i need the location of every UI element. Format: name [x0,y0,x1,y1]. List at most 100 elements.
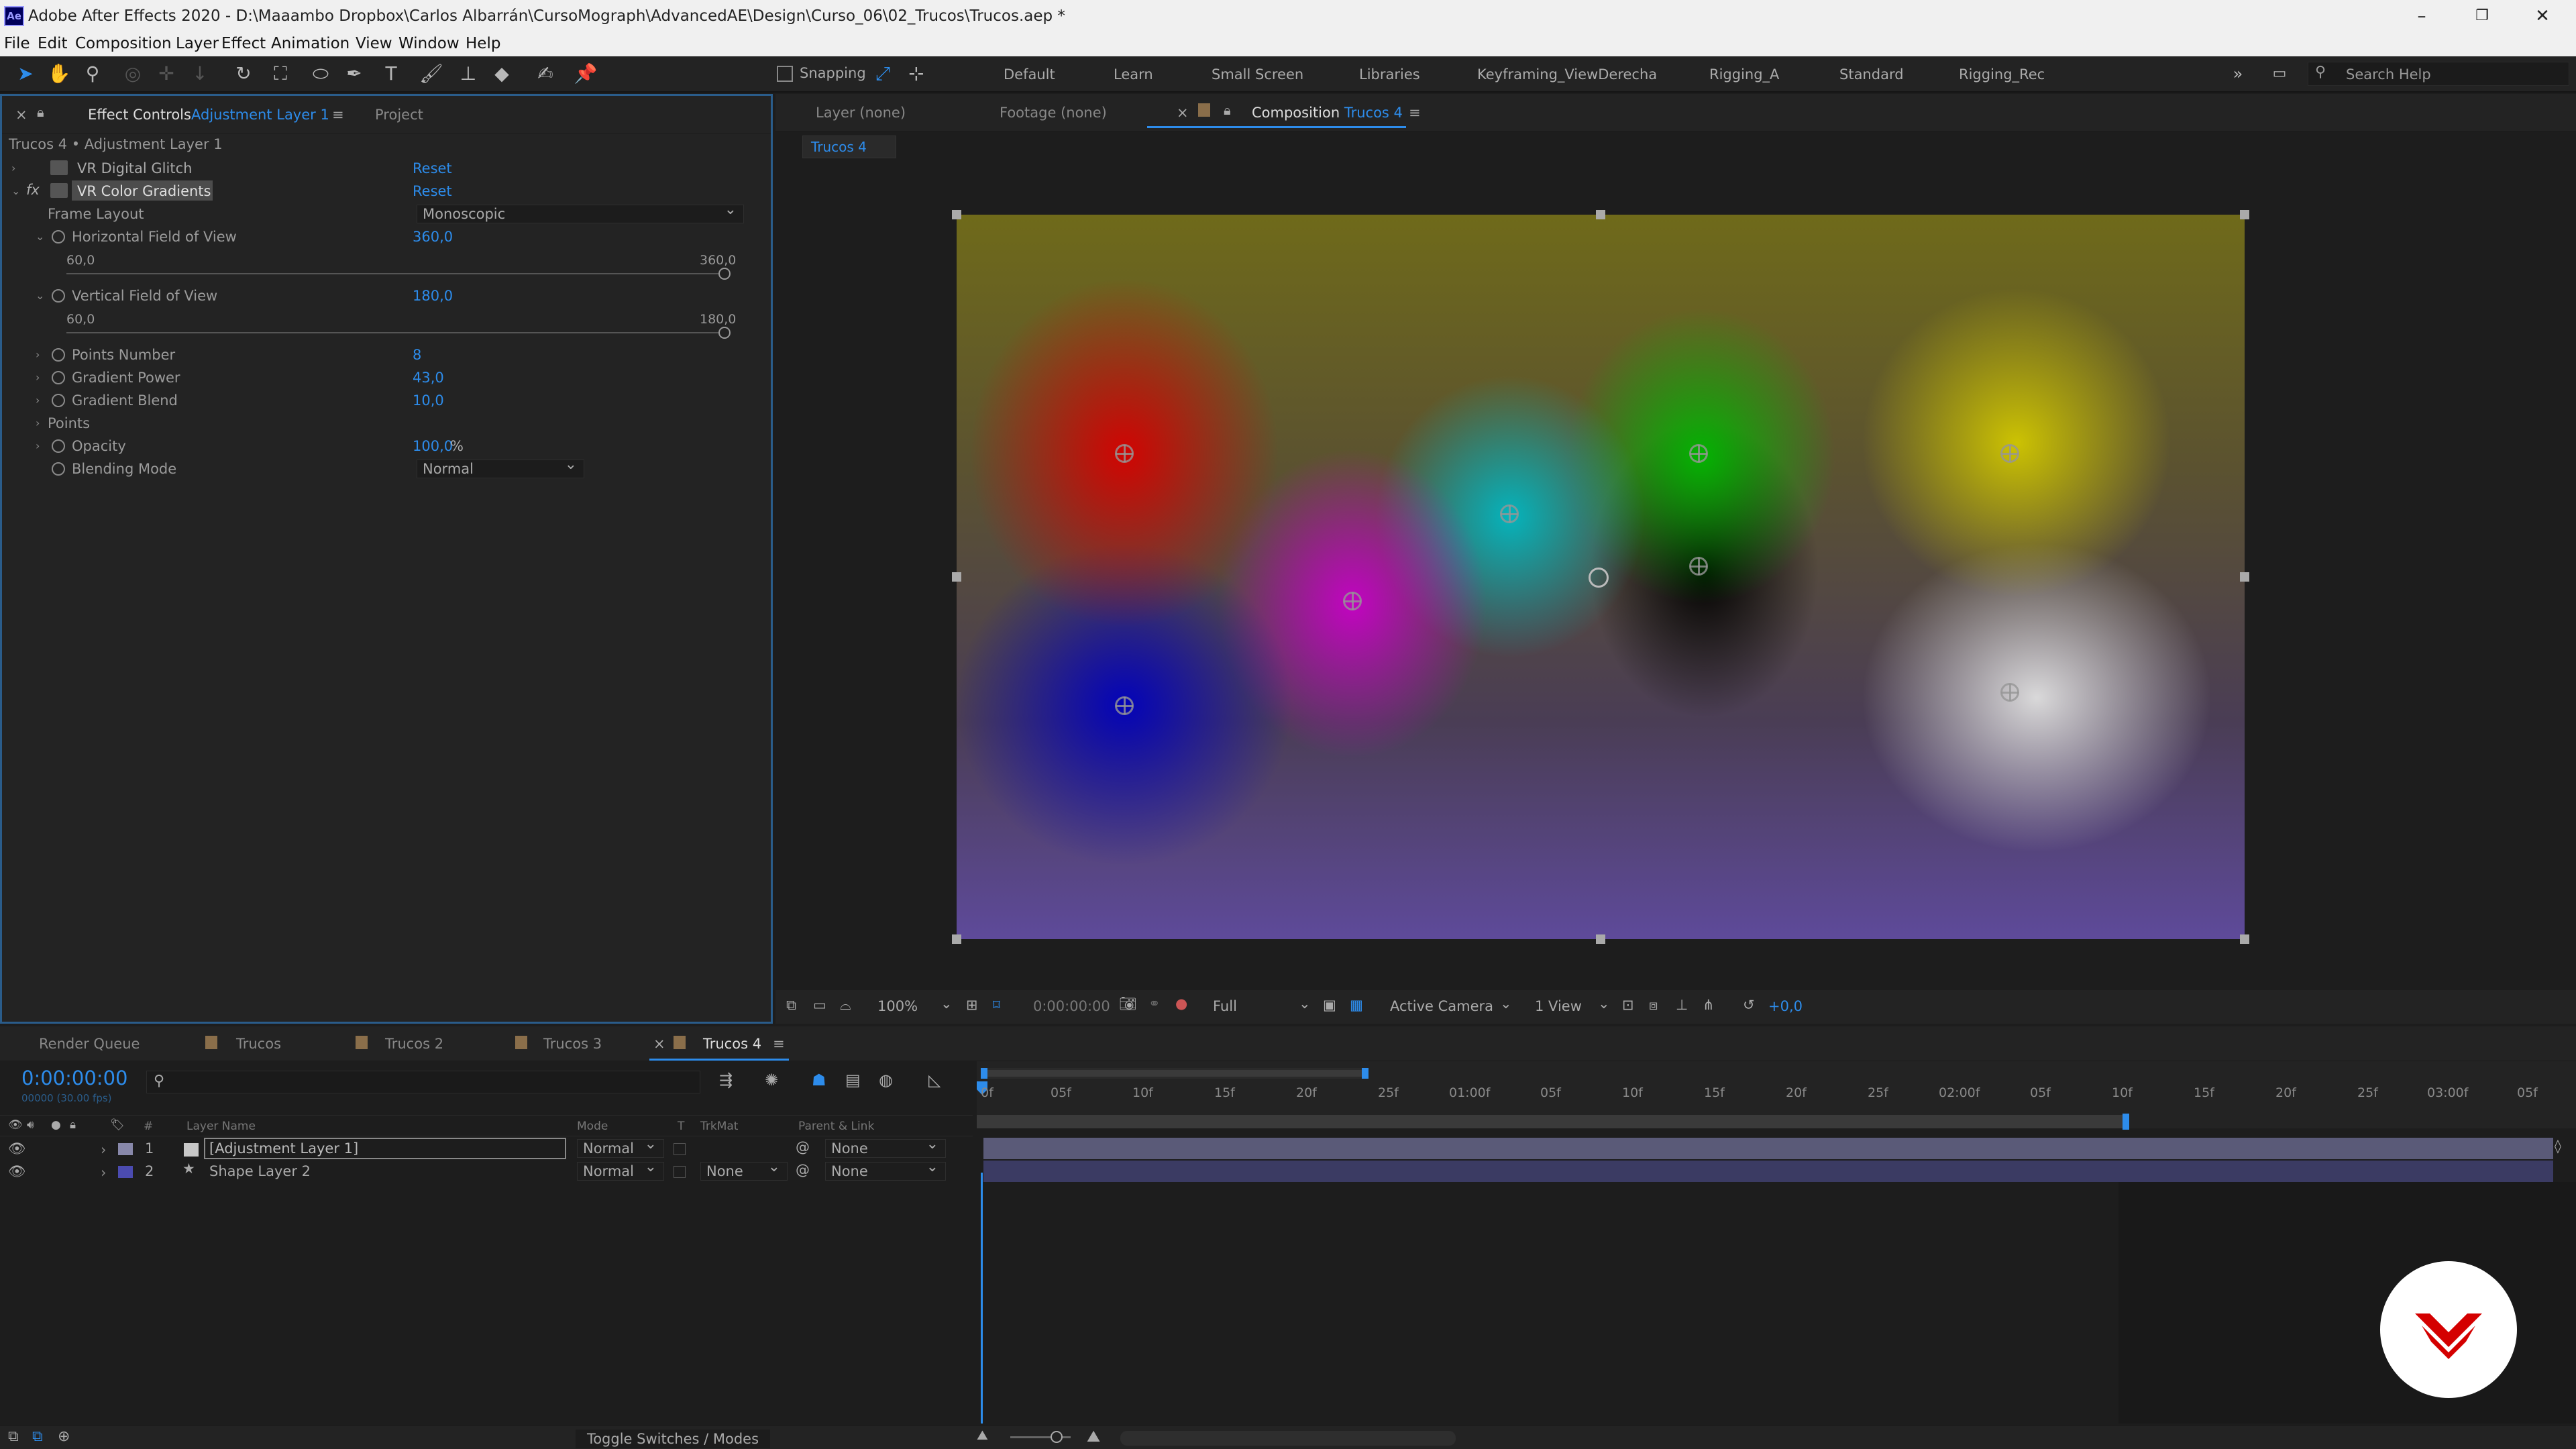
work-area-end-handle[interactable] [2123,1114,2129,1130]
expand-icon[interactable]: › [36,417,40,429]
gradient-point-red[interactable] [1115,444,1134,463]
restore-button[interactable]: ❐ [2462,3,2502,30]
workspace-libraries[interactable]: Libraries [1359,66,1420,83]
transform-handle[interactable] [952,210,961,219]
blending-mode-dropdown[interactable]: Normal [417,456,584,478]
layer-switches-icon[interactable]: ⧉ [8,1428,19,1445]
transparency-grid-icon[interactable]: ▦ [1350,997,1363,1013]
visibility-icon[interactable]: 👁︎ [8,1140,26,1157]
layer-row-2[interactable]: 👁︎ › 2 ★ Shape Layer 2 Normal None @ Non… [0,1159,973,1183]
gradient-point-black[interactable] [1689,557,1708,576]
pick-whip-icon[interactable]: @ [796,1139,810,1155]
layer-mode-dropdown[interactable]: Normal [577,1159,664,1181]
layer-row-1[interactable]: 👁︎ › 1 [Adjustment Layer 1] Normal @ Non… [0,1136,973,1161]
preserve-transparency-checkbox[interactable] [674,1143,686,1155]
viewer-timecode[interactable]: 0:00:00:00 [1033,998,1110,1014]
stopwatch-icon[interactable] [52,439,65,453]
visibility-icon[interactable]: 👁︎ [8,1163,26,1180]
region-of-interest-icon[interactable]: ▣ [1323,997,1336,1013]
tab-trucos-2[interactable]: Trucos 2 [385,1036,443,1052]
transform-handle[interactable] [952,572,961,582]
orbit-camera-icon[interactable]: ◎ [121,62,145,86]
chevron-down-icon[interactable]: ⌄ [941,996,953,1012]
gradient-point-magenta[interactable] [1343,592,1362,610]
transform-handle[interactable] [2240,934,2249,944]
work-area-bar[interactable] [977,1115,2125,1128]
mask-visibility-icon[interactable]: ⌑ [993,997,1000,1013]
search-help-field[interactable]: ⚲ Search Help [2308,62,2569,86]
panel-menu-icon[interactable]: ≡ [1409,105,1421,121]
expand-icon[interactable]: › [11,162,15,174]
close-tab-icon[interactable]: × [653,1036,665,1052]
layer-2-bar[interactable] [983,1161,2553,1182]
stopwatch-icon[interactable] [52,371,65,384]
lock-icon[interactable]: 🔒︎ [1224,102,1231,118]
resolution-dropdown[interactable]: Full [1213,998,1237,1014]
tab-project[interactable]: Project [375,107,423,123]
close-button[interactable]: ✕ [2522,3,2563,30]
current-time-indicator[interactable] [981,1173,983,1424]
preserve-transparency-checkbox[interactable] [674,1166,686,1178]
views-dropdown[interactable]: 1 View [1535,998,1582,1014]
zoom-tool-icon[interactable]: ⚲ [80,62,105,86]
tab-layer[interactable]: Layer (none) [816,105,906,121]
tab-footage[interactable]: Footage (none) [1000,105,1107,121]
stopwatch-icon[interactable] [52,289,65,303]
flowchart-icon[interactable]: ⋔ [1703,997,1715,1013]
reset-link[interactable]: Reset [413,160,452,176]
reset-link[interactable]: Reset [413,183,452,199]
clone-stamp-icon[interactable]: ⊥ [456,62,480,86]
menu-composition[interactable]: Composition [75,35,172,52]
vfov-value[interactable]: 180,0 [413,288,453,304]
layer-mode-dropdown[interactable]: Normal [577,1136,664,1158]
zoom-in-icon[interactable]: ⛰ [1087,1427,1100,1446]
gradient-point-yellow[interactable] [2000,444,2019,463]
roto-brush-icon[interactable]: ✍ [533,62,557,86]
points-number-value[interactable]: 8 [413,347,421,363]
snap-features-icon[interactable]: ⊹ [904,62,928,86]
tab-render-queue[interactable]: Render Queue [39,1036,140,1052]
workspace-rigging-a[interactable]: Rigging_A [1709,66,1779,83]
camera-dropdown[interactable]: Active Camera [1390,998,1493,1014]
menu-edit[interactable]: Edit [38,35,68,52]
transform-handle[interactable] [1596,934,1605,944]
label-color-swatch[interactable] [118,1166,133,1178]
close-tab-icon[interactable]: × [1177,105,1189,121]
type-tool-icon[interactable]: T [379,62,403,86]
trkmat-dropdown[interactable]: None [700,1159,788,1181]
time-navigator[interactable] [981,1068,1368,1079]
monitor-icon[interactable]: ▭ [813,997,826,1013]
snap-edges-icon[interactable]: ⤢ [871,62,895,86]
timeline-scrollbar[interactable] [1120,1431,1456,1446]
opacity-value[interactable]: 100,0 [413,438,453,454]
navigator-end-handle[interactable] [1362,1068,1368,1079]
menu-file[interactable]: File [4,35,30,52]
comp-mini-flowchart-icon[interactable]: ⇶ [719,1071,733,1089]
layer-end-marker-icon[interactable]: ◊ [2555,1138,2561,1154]
exposure-value[interactable]: +0,0 [1768,998,1803,1014]
pan-behind-icon[interactable]: ⛶ [268,62,292,86]
panel-menu-icon[interactable]: ≡ [332,107,344,123]
workspace-learn[interactable]: Learn [1114,66,1153,83]
workspace-keyframing[interactable]: Keyframing_ViewDerecha [1477,66,1657,83]
shy-layers-icon[interactable]: ☗ [812,1071,826,1089]
reset-exposure-icon[interactable]: ↺ [1743,997,1755,1013]
transform-handle[interactable] [2240,572,2249,582]
layer-1-bar[interactable] [983,1138,2553,1159]
lock-icon[interactable]: 🔒︎ [37,104,44,120]
panel-menu-icon[interactable]: ≡ [773,1036,785,1052]
menu-layer[interactable]: Layer [176,35,219,52]
menu-effect[interactable]: Effect [221,35,266,52]
expand-icon[interactable]: › [36,394,40,407]
navigator-start-handle[interactable] [981,1068,987,1079]
menu-help[interactable]: Help [466,35,500,52]
workspace-rigging-rec[interactable]: Rigging_Rec [1959,66,2045,83]
menu-window[interactable]: Window [398,35,460,52]
workspace-default[interactable]: Default [1004,66,1055,83]
points-group-row[interactable]: › Points [2,413,753,435]
gradient-power-value[interactable]: 43,0 [413,370,444,386]
parent-dropdown[interactable]: None [825,1159,946,1181]
chevron-down-icon[interactable]: ⌄ [1598,996,1610,1012]
timeline-icon[interactable]: ⊥ [1676,997,1688,1013]
layer-search-input[interactable]: ⚲ [146,1071,700,1093]
